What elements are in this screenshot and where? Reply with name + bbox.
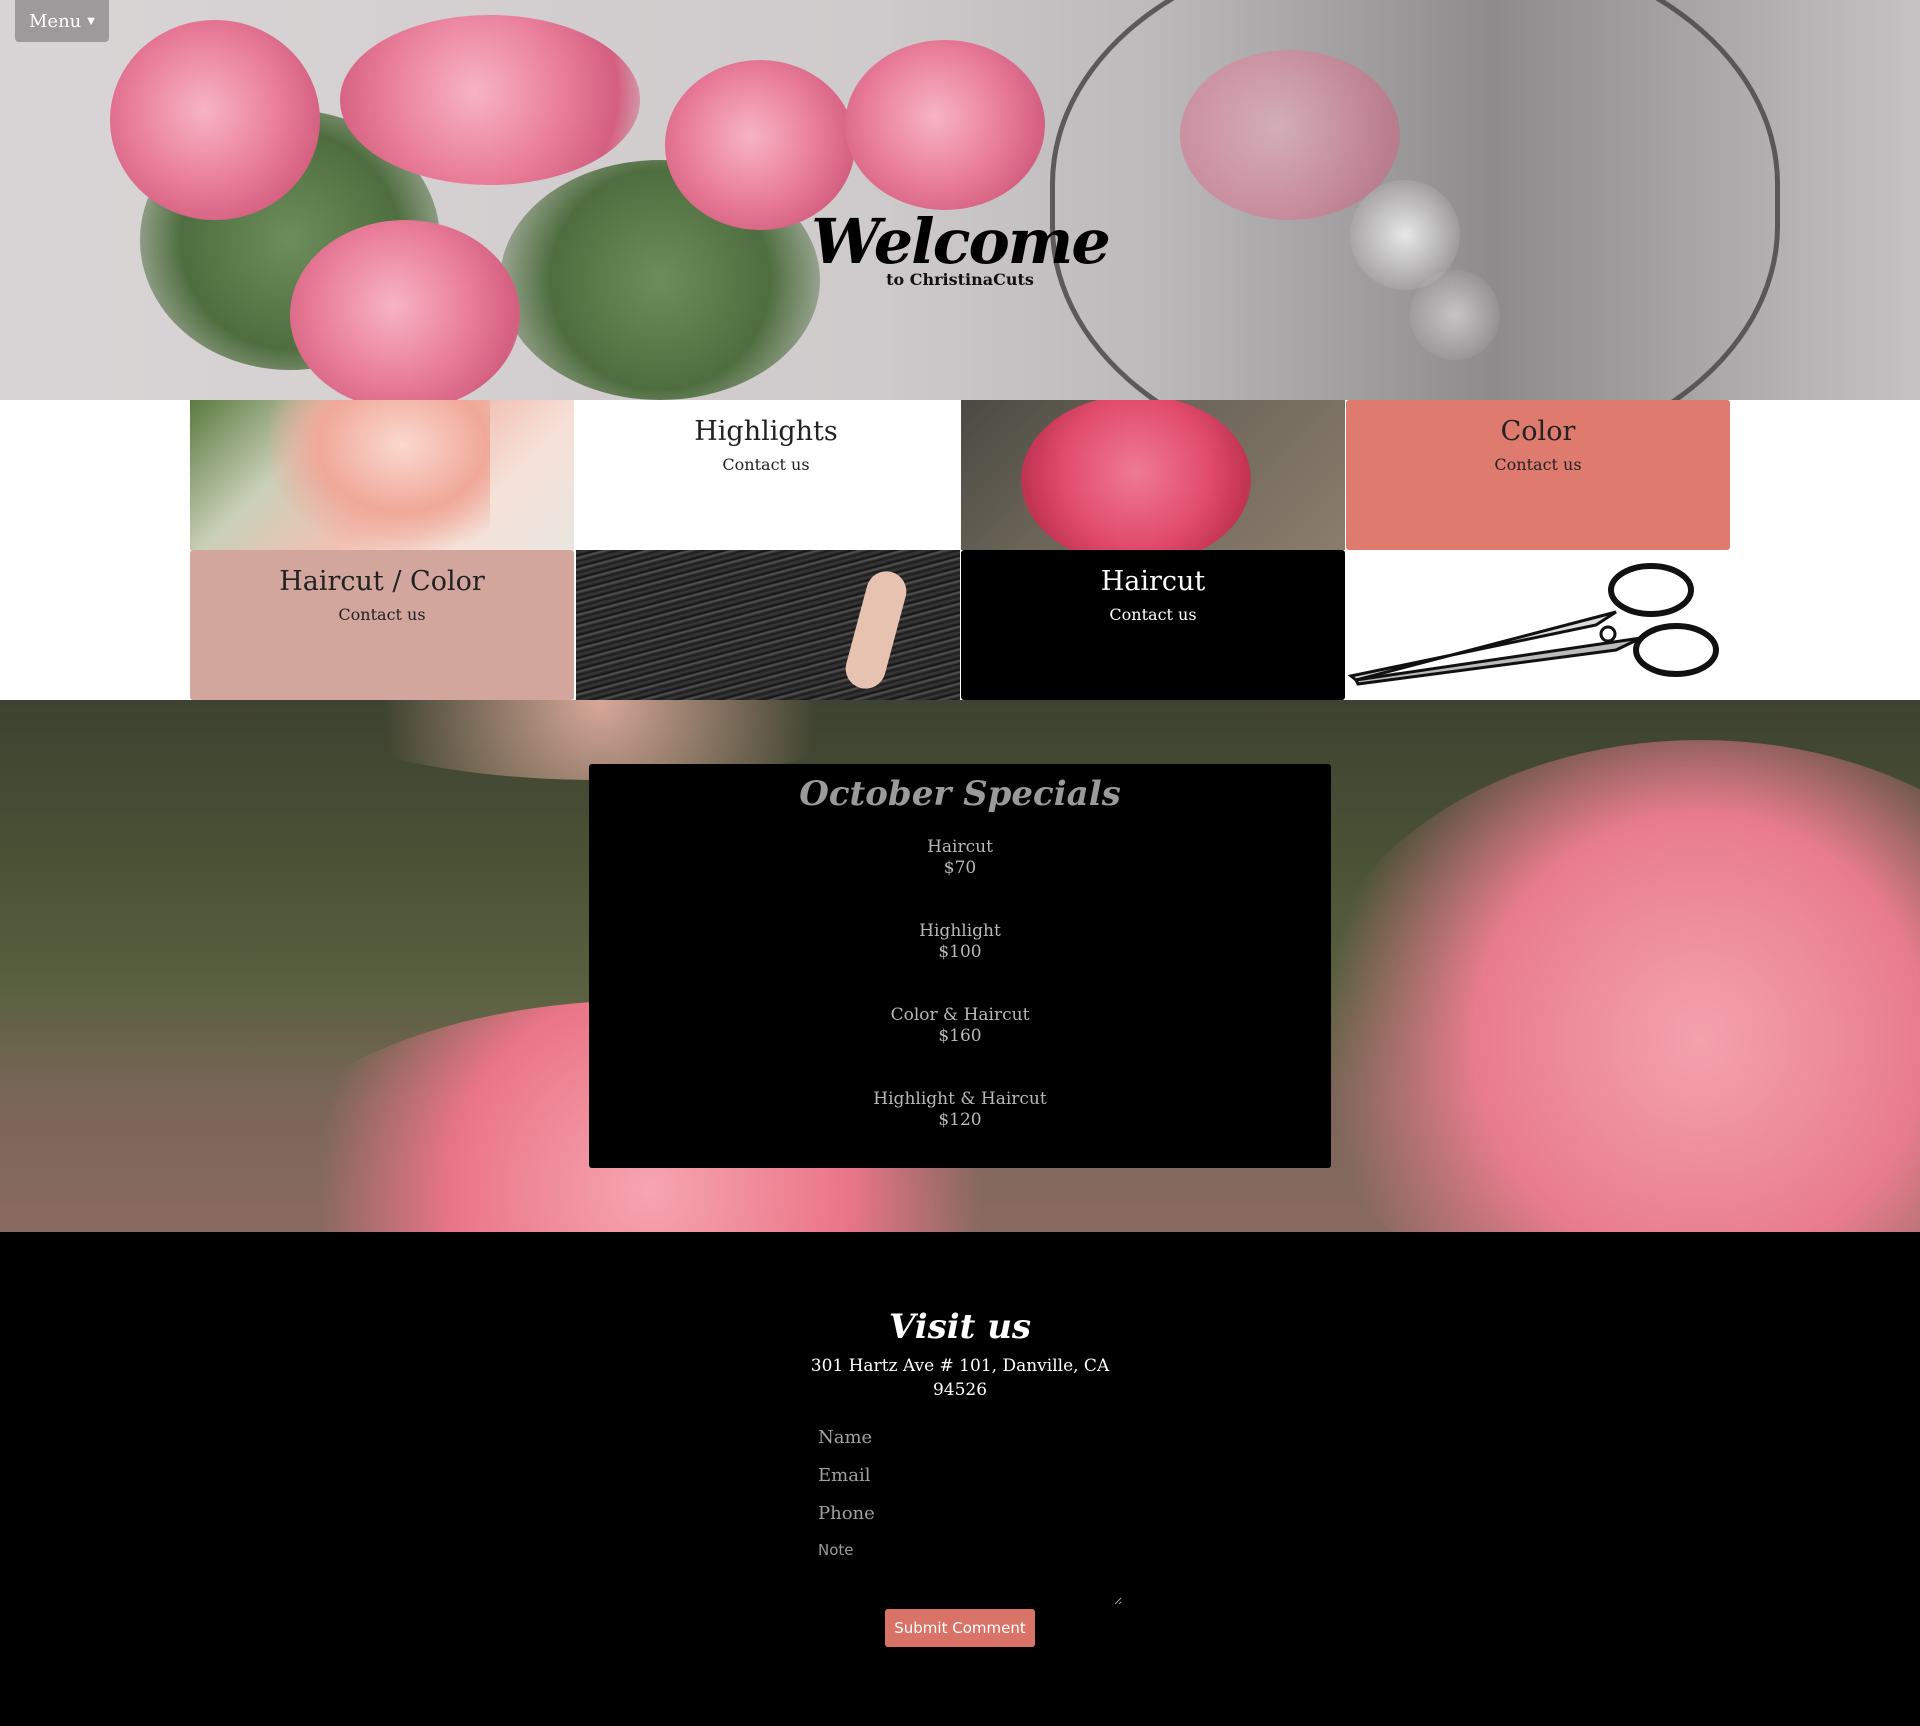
special-name: Highlight	[919, 921, 1001, 941]
contact-link[interactable]: Contact us	[961, 605, 1345, 624]
address: 301 Hartz Ave # 101, Danville, CA 94526	[810, 1354, 1110, 1402]
special-item: Haircut $70	[589, 837, 1331, 879]
phone-field[interactable]	[814, 1503, 1122, 1524]
address-line: 94526	[932, 1380, 988, 1400]
caret-down-icon: ▼	[87, 15, 95, 27]
scissors-icon	[1347, 563, 1719, 686]
special-name: Color & Haircut	[890, 1005, 1030, 1025]
name-field[interactable]	[814, 1427, 1122, 1448]
tile-title: Haircut	[1100, 566, 1206, 597]
contact-link[interactable]: Contact us	[574, 455, 958, 474]
welcome-title: Welcome	[811, 205, 1111, 278]
menu-label: Menu	[29, 10, 82, 32]
hero-rose	[340, 15, 640, 185]
address-line: 301 Hartz Ave # 101, Danville, CA	[810, 1356, 1110, 1376]
email-field[interactable]	[814, 1465, 1122, 1486]
tile-title: Color	[1500, 416, 1576, 447]
note-field[interactable]	[814, 1537, 1122, 1605]
specials-title: October Specials	[799, 774, 1121, 814]
tulip-bg	[1300, 740, 1920, 1232]
special-price: $160	[938, 1026, 982, 1046]
contact-link[interactable]: Contact us	[1346, 455, 1730, 474]
visit-title: Visit us	[888, 1307, 1032, 1347]
welcome-subtitle: to ChristinaCuts	[886, 270, 1034, 289]
service-tiles: Highlights Contact us Color Contact us H…	[0, 400, 1920, 700]
special-name: Haircut	[927, 837, 993, 857]
tile-highlights[interactable]: Highlights Contact us	[574, 400, 958, 550]
tile-title: Highlights	[694, 416, 838, 447]
special-price: $100	[938, 942, 982, 962]
tile-haircut-color[interactable]: Haircut / Color Contact us	[190, 550, 574, 700]
contact-link[interactable]: Contact us	[190, 605, 574, 624]
specials-card: October Specials Haircut $70 Highlight $…	[589, 764, 1331, 1168]
submit-comment-button[interactable]: Submit Comment	[885, 1609, 1035, 1647]
tile-haircut[interactable]: Haircut Contact us	[961, 550, 1345, 700]
scissors-illustration	[1346, 550, 1730, 700]
menu-button[interactable]: Menu ▼	[15, 0, 109, 42]
tile-title: Haircut / Color	[279, 566, 485, 597]
hair-cutting-photo	[576, 550, 960, 700]
pink-hair-photo	[190, 400, 574, 550]
hero-rose	[845, 40, 1045, 210]
special-item: Highlight & Haircut $120	[589, 1089, 1331, 1131]
visit-section: Visit us 301 Hartz Ave # 101, Danville, …	[0, 1232, 1920, 1726]
special-price: $120	[938, 1110, 982, 1130]
hero-banner: Menu ▼ Welcome to ChristinaCuts	[0, 0, 1920, 400]
special-price: $70	[943, 858, 977, 878]
special-item: Color & Haircut $160	[589, 1005, 1331, 1047]
special-name: Highlight & Haircut	[873, 1089, 1047, 1109]
special-item: Highlight $100	[589, 921, 1331, 963]
rose-photo	[961, 400, 1345, 550]
hero-rose	[110, 20, 320, 220]
tile-color[interactable]: Color Contact us	[1346, 400, 1730, 550]
